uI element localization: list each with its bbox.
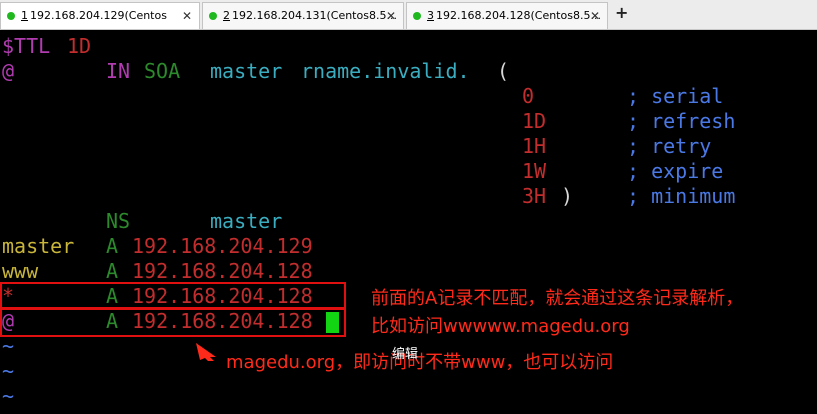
soa-minimum-comment: ; minimum <box>627 184 736 208</box>
soa-refresh-value: 1D <box>522 109 547 133</box>
connected-status-icon <box>413 12 421 20</box>
connected-status-icon <box>209 12 217 20</box>
tab-number: 2 <box>223 9 230 22</box>
empty-line-tilde: ~ <box>2 384 15 408</box>
soa-serial-value: 0 <box>522 84 535 108</box>
highlight-box-apex <box>0 308 346 337</box>
tab-title: 192.168.204.131(Centos8.5... <box>232 9 397 22</box>
tab-number: 1 <box>21 9 28 22</box>
a-record-ip: 192.168.204.129 <box>132 234 313 258</box>
tab-session-3[interactable]: 3 192.168.204.128(Centos8.5... ✕ <box>406 2 608 29</box>
close-tab-icon[interactable]: ✕ <box>386 3 396 29</box>
tab-title: 192.168.204.129(Centos <box>30 9 167 22</box>
soa-type: SOA <box>144 59 181 83</box>
connected-status-icon <box>7 12 15 20</box>
soa-mname: master <box>210 59 283 83</box>
soa-class: IN <box>106 59 131 83</box>
soa-serial-comment: ; serial <box>627 84 724 108</box>
soa-refresh-comment: ; refresh <box>627 109 736 133</box>
tab-title: 192.168.204.128(Centos8.5... <box>436 9 601 22</box>
soa-retry-value: 1H <box>522 134 547 158</box>
new-tab-button[interactable]: + <box>615 3 628 22</box>
a-record-type: A <box>106 234 119 258</box>
close-tab-icon[interactable]: ✕ <box>590 3 600 29</box>
soa-rname: rname.invalid. <box>301 59 470 83</box>
ns-target: master <box>210 209 283 233</box>
a-record-ip: 192.168.204.128 <box>132 259 313 283</box>
soa-open-paren: ( <box>497 59 510 83</box>
edit-tooltip: 编辑 <box>392 347 419 362</box>
soa-retry-comment: ; retry <box>627 134 712 158</box>
a-record-owner: master <box>2 234 75 258</box>
a-record-owner: www <box>2 259 39 283</box>
empty-line-tilde: ~ <box>2 334 15 358</box>
annotation-wildcard-line1: 前面的A记录不匹配，就会通过这条记录解析， <box>371 288 744 309</box>
empty-line-tilde: ~ <box>2 359 15 383</box>
tab-number: 3 <box>427 9 434 22</box>
close-tab-icon[interactable]: ✕ <box>182 3 192 29</box>
ttl-directive: $TTL <box>2 34 51 58</box>
annotation-apex: magedu.org，即访问时不带www，也可以访问 <box>226 352 614 373</box>
soa-expire-comment: ; expire <box>627 159 724 183</box>
annotation-wildcard-line2: 比如访问wwwww.magedu.org <box>371 316 630 337</box>
soa-expire-value: 1W <box>522 159 547 183</box>
tab-bar: 1 192.168.204.129(Centos ✕ 2 192.168.204… <box>0 0 817 30</box>
highlight-box-wildcard <box>0 282 346 309</box>
soa-close-paren: ) <box>561 184 574 208</box>
tab-session-1[interactable]: 1 192.168.204.129(Centos ✕ <box>0 2 200 29</box>
ns-type: NS <box>106 209 131 233</box>
arrow-icon <box>196 343 216 361</box>
tab-session-2[interactable]: 2 192.168.204.131(Centos8.5... ✕ <box>202 2 404 29</box>
a-record-type: A <box>106 259 119 283</box>
ttl-value: 1D <box>67 34 92 58</box>
soa-owner: @ <box>2 59 15 83</box>
soa-minimum-value: 3H <box>522 184 547 208</box>
